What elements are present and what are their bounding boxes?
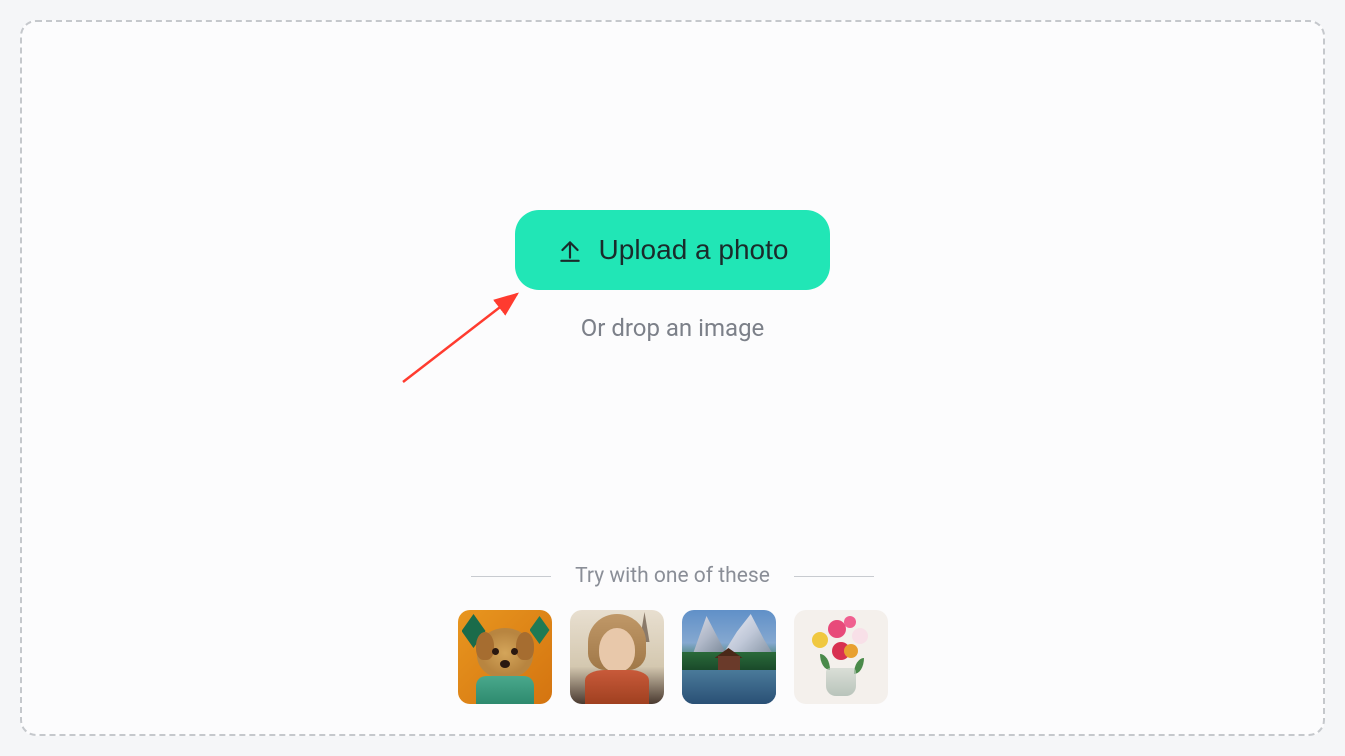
- sample-thumbnail-woman[interactable]: [570, 610, 664, 704]
- drop-hint-text: Or drop an image: [581, 314, 765, 342]
- samples-heading: Try with one of these: [575, 564, 770, 588]
- sample-thumbnail-flowers[interactable]: [794, 610, 888, 704]
- sample-thumbnail-mountains[interactable]: [682, 610, 776, 704]
- sample-thumbnails: [458, 610, 888, 704]
- upload-dropzone[interactable]: Upload a photo Or drop an image Try with…: [20, 20, 1325, 736]
- samples-header: Try with one of these: [471, 564, 874, 588]
- divider-line: [794, 576, 874, 577]
- upload-section: Upload a photo Or drop an image: [515, 210, 831, 342]
- samples-section: Try with one of these: [458, 564, 888, 704]
- upload-button[interactable]: Upload a photo: [515, 210, 831, 290]
- sample-thumbnail-dog[interactable]: [458, 610, 552, 704]
- upload-button-label: Upload a photo: [599, 234, 789, 266]
- divider-line: [471, 576, 551, 577]
- upload-icon: [557, 237, 583, 263]
